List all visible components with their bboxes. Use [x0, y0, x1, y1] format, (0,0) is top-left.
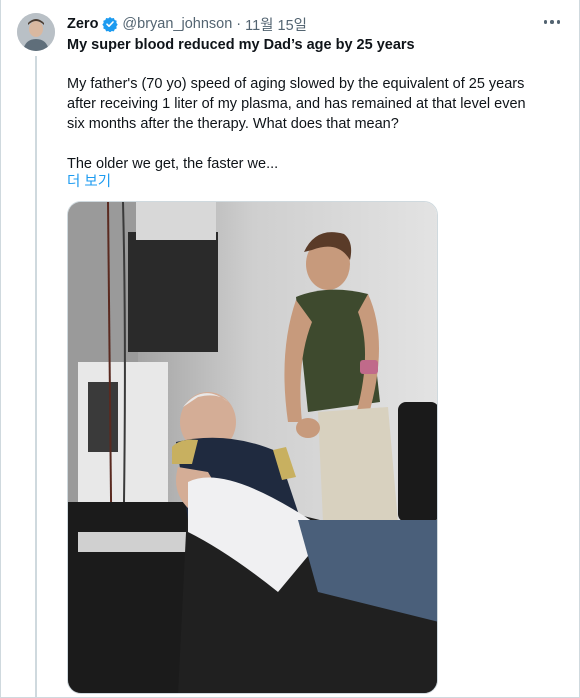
- tweet-paragraph-1: My father's (70 yo) speed of aging slowe…: [67, 76, 526, 132]
- author-name[interactable]: Zero: [67, 16, 98, 32]
- tweet-photo[interactable]: [67, 201, 438, 694]
- verified-badge-icon: [102, 16, 119, 33]
- tweet-header: Zero @bryan_johnson · 11월 15일: [67, 14, 307, 34]
- more-options-icon[interactable]: [542, 14, 562, 30]
- separator-dot: ·: [236, 16, 242, 32]
- tweet-date[interactable]: 11월 15일: [245, 14, 307, 35]
- author-handle[interactable]: @bryan_johnson: [122, 16, 232, 32]
- tweet-paragraph-2: The older we get, the faster we...: [67, 156, 279, 172]
- show-more-link[interactable]: 더 보기: [67, 170, 111, 191]
- tweet-title: My super blood reduced my Dad’s age by 2…: [67, 37, 415, 53]
- tweet-text: My father's (70 yo) speed of aging slowe…: [67, 74, 547, 174]
- thread-line: [35, 56, 37, 698]
- avatar[interactable]: [17, 13, 55, 51]
